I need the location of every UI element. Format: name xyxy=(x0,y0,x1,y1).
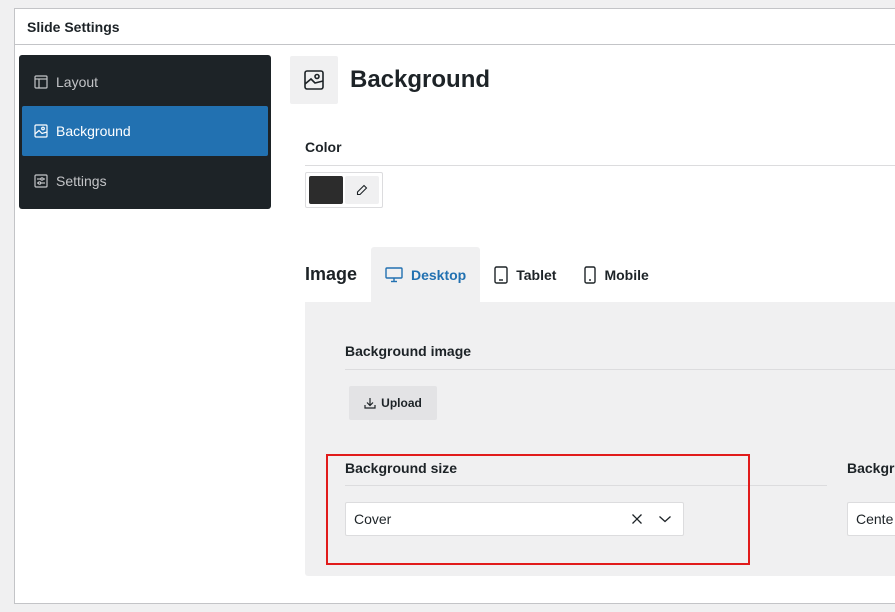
tablet-icon xyxy=(494,265,508,284)
sidebar-item-background[interactable]: Background xyxy=(22,106,268,156)
background-position-value: Cente xyxy=(856,511,894,527)
image-section-label: Image xyxy=(305,264,358,284)
settings-sidebar: Layout Background Settings xyxy=(19,55,271,209)
settings-icon xyxy=(34,174,48,188)
device-tabs: Desktop Tablet Mobile xyxy=(371,247,663,302)
tab-label: Tablet xyxy=(516,266,557,283)
background-image-label: Background image xyxy=(345,343,472,359)
page-title: Background xyxy=(350,66,491,93)
color-swatch[interactable] xyxy=(309,176,343,204)
background-position-label: Backgro xyxy=(847,460,895,476)
sidebar-item-settings[interactable]: Settings xyxy=(22,156,268,206)
tab-tablet[interactable]: Tablet xyxy=(480,247,570,302)
color-label: Color xyxy=(305,139,342,155)
sidebar-item-label: Layout xyxy=(56,74,99,90)
upload-label: Upload xyxy=(381,396,422,410)
desktop-icon xyxy=(385,266,403,282)
layout-icon xyxy=(34,75,48,89)
background-icon xyxy=(34,124,48,138)
background-position-select[interactable]: Cente xyxy=(847,502,895,536)
background-title-icon xyxy=(290,56,338,104)
tab-desktop[interactable]: Desktop xyxy=(371,247,481,302)
highlight-box xyxy=(326,454,750,565)
divider xyxy=(305,165,895,166)
upload-icon xyxy=(364,398,376,409)
sidebar-item-layout[interactable]: Layout xyxy=(22,58,268,106)
eyedropper-button[interactable] xyxy=(345,176,379,204)
divider xyxy=(345,369,895,370)
sidebar-item-label: Settings xyxy=(56,173,107,189)
sidebar-item-label: Background xyxy=(56,123,131,139)
tab-label: Mobile xyxy=(604,266,649,283)
eyedropper-icon xyxy=(356,184,368,196)
mobile-icon xyxy=(584,265,597,284)
tab-mobile[interactable]: Mobile xyxy=(570,247,662,302)
upload-button[interactable]: Upload xyxy=(349,386,437,420)
color-picker[interactable] xyxy=(305,172,383,208)
tab-label: Desktop xyxy=(411,266,467,283)
